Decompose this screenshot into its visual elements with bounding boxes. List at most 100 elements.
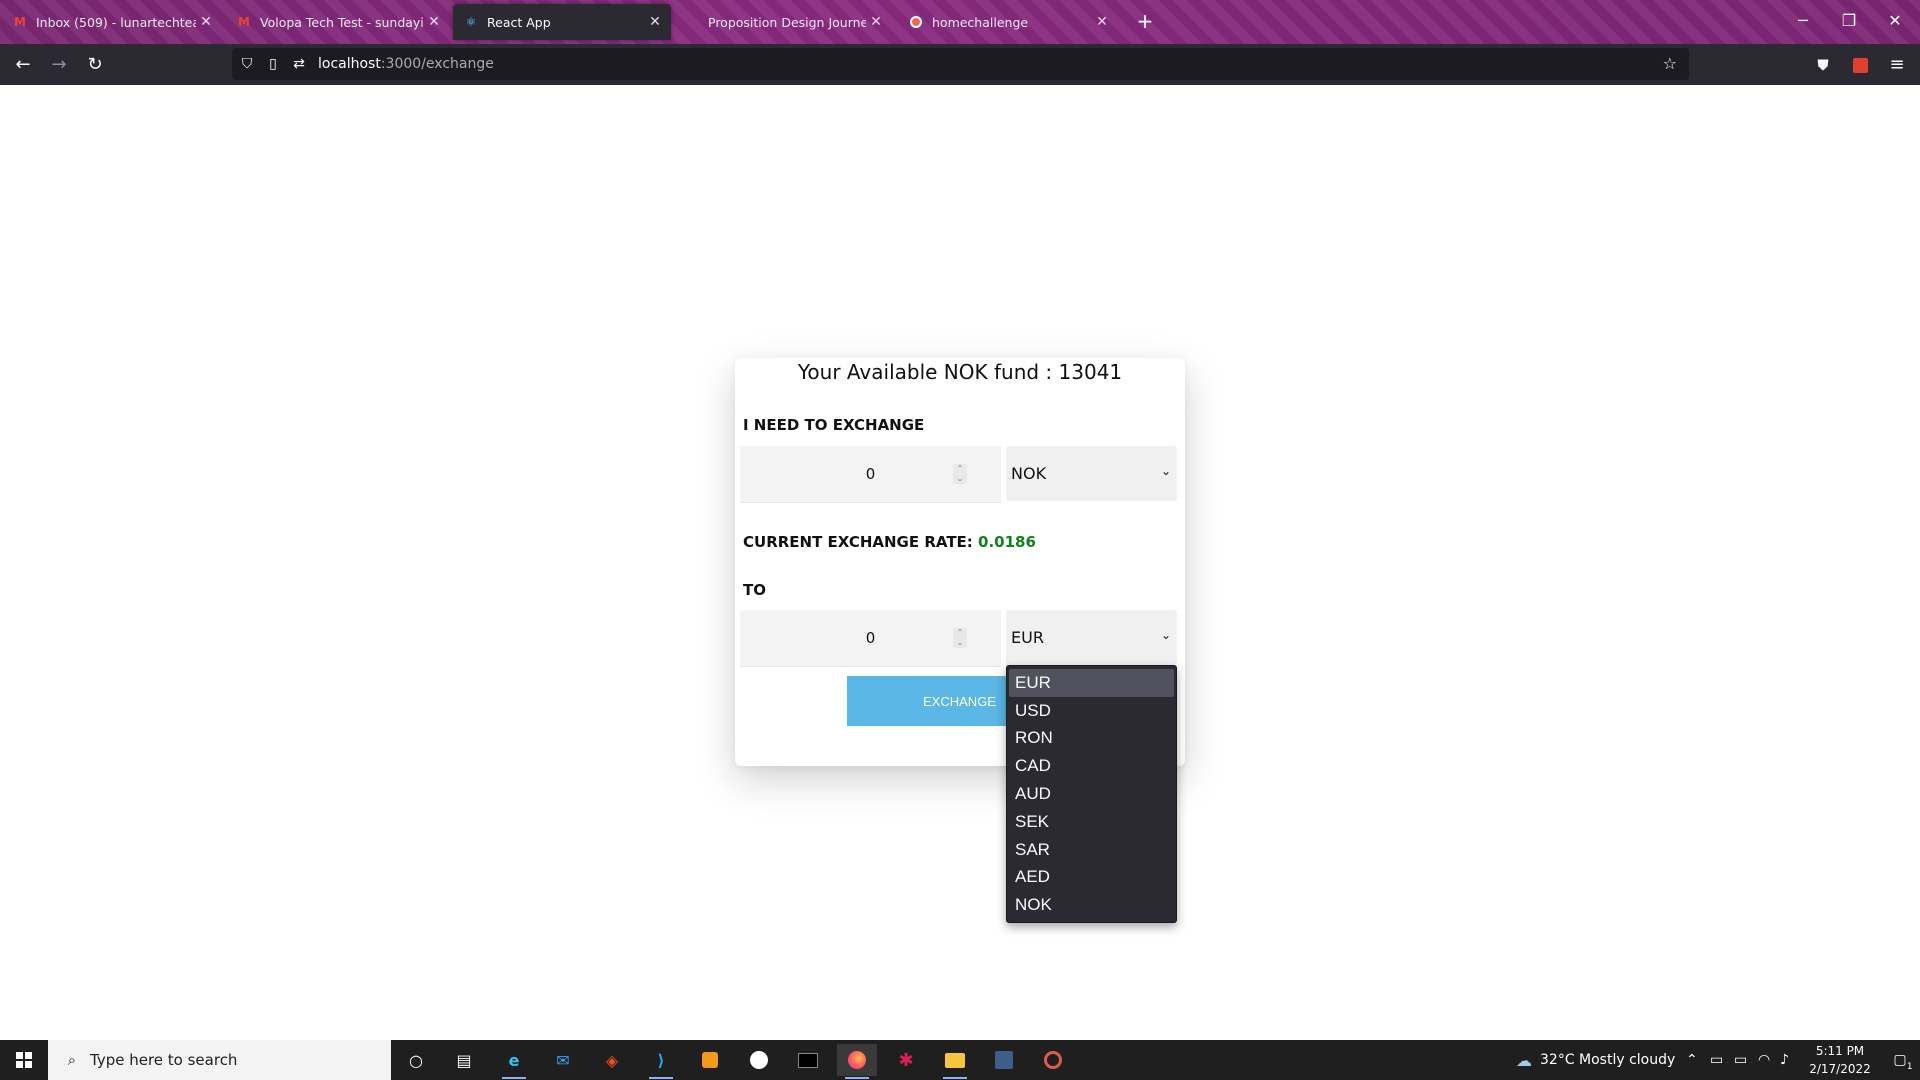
dropdown-option[interactable]: EUR — [1009, 669, 1174, 697]
dropdown-option[interactable]: RON — [1009, 725, 1174, 753]
gmail-icon: M — [14, 15, 26, 29]
rate-label: CURRENT EXCHANGE RATE: — [743, 533, 973, 551]
close-icon[interactable]: ✕ — [1092, 14, 1112, 30]
file-explorer-icon[interactable] — [935, 1044, 975, 1079]
stepper-icon[interactable]: ⌃ ⌄ — [953, 628, 967, 648]
bookmark-star-icon[interactable]: ☆ — [1663, 54, 1677, 73]
start-button[interactable] — [0, 1040, 48, 1080]
shield-icon[interactable]: ⛉ — [236, 56, 258, 72]
sublime-icon[interactable] — [690, 1044, 730, 1076]
tray-chevron-icon[interactable]: ⌃ — [1686, 1040, 1698, 1080]
app-icon[interactable] — [739, 1044, 779, 1076]
weather-widget[interactable]: ☁ 32°C Mostly cloudy — [1516, 1040, 1675, 1080]
browser-tab-bar: M Inbox (509) - lunartechteam@g ✕ M Volo… — [0, 0, 1920, 44]
clock-time: 5:11 PM — [1815, 1044, 1865, 1058]
to-currency-select[interactable]: EUR ⌄ — [1006, 610, 1177, 665]
to-currency-value: EUR — [1011, 628, 1044, 647]
dropdown-option[interactable]: USD — [1009, 697, 1174, 725]
forward-button[interactable]: → — [44, 50, 74, 80]
gmail-icon: M — [238, 15, 250, 29]
taskbar-search[interactable]: ⌕ Type here to search — [48, 1040, 391, 1080]
chevron-down-icon: ⌄ — [1160, 628, 1171, 642]
weather-text: 32°C Mostly cloudy — [1540, 1052, 1676, 1068]
close-window-button[interactable]: ✕ — [1872, 8, 1918, 34]
close-icon[interactable]: ✕ — [645, 14, 665, 30]
close-icon[interactable]: ✕ — [196, 14, 216, 30]
tab-title: Inbox (509) - lunartechteam@g — [36, 14, 196, 30]
tab-title: Volopa Tech Test - sundayimoh — [260, 14, 424, 30]
url-bar[interactable]: ⛉ ▯ ⇄ localhost:3000/exchange ☆ — [232, 48, 1689, 80]
search-icon: ⌕ — [67, 1051, 77, 1069]
terminal-icon[interactable] — [788, 1044, 828, 1076]
currency-dropdown: EUR USD RON CAD AUD SEK SAR AED NOK — [1006, 665, 1177, 923]
react-icon: ⚛ — [465, 15, 477, 29]
volume-icon[interactable]: ♪ — [1780, 1040, 1789, 1080]
tab-proposition[interactable]: Proposition Design Journeys - Hom ✕ — [674, 4, 892, 40]
cortana-icon[interactable]: ○ — [396, 1044, 436, 1076]
dropdown-option[interactable]: SAR — [1009, 836, 1174, 864]
dropdown-option[interactable]: SEK — [1009, 808, 1174, 836]
from-currency-select[interactable]: NOK ⌄ — [1006, 446, 1177, 501]
tab-title: homechallenge — [932, 14, 1029, 30]
chevron-down-icon: ⌄ — [1160, 464, 1171, 478]
to-label: TO — [743, 581, 766, 599]
reload-button[interactable]: ↻ — [80, 50, 110, 80]
vscode-icon[interactable]: ⟩ — [641, 1044, 681, 1079]
figma-icon[interactable]: ◈ — [592, 1044, 632, 1076]
rate-text: CURRENT EXCHANGE RATE: 0.0186 — [743, 533, 1036, 551]
from-amount-input[interactable]: 0 ⌃ ⌄ — [740, 446, 1001, 503]
tab-title: React App — [487, 14, 551, 30]
permissions-icon[interactable]: ⇄ — [288, 56, 310, 72]
search-placeholder: Type here to search — [90, 1051, 238, 1069]
page-icon — [684, 14, 700, 30]
meet-now-icon[interactable]: ▭ — [1710, 1040, 1723, 1080]
page-info-icon[interactable]: ▯ — [262, 56, 284, 72]
pocket-icon[interactable]: ⛊ — [1808, 50, 1838, 80]
notifications-icon[interactable]: ▢ 1 — [1880, 1040, 1920, 1080]
firefox-icon[interactable] — [837, 1044, 877, 1079]
task-view-icon[interactable]: ▤ — [444, 1044, 484, 1076]
dropdown-option[interactable]: AUD — [1009, 780, 1174, 808]
url-host: localhost — [318, 56, 381, 72]
wifi-icon[interactable]: ◠ — [1758, 1040, 1770, 1080]
tab-title: Proposition Design Journeys - Hom — [708, 14, 866, 30]
slack-icon[interactable]: ✱ — [886, 1044, 926, 1076]
restore-button[interactable]: ❐ — [1826, 8, 1872, 34]
mail-icon[interactable]: ✉ — [543, 1044, 583, 1076]
stepper-icon[interactable]: ⌃ ⌄ — [953, 464, 967, 484]
need-label: I NEED TO EXCHANGE — [743, 416, 925, 434]
to-amount-input[interactable]: 0 ⌃ ⌄ — [740, 610, 1001, 667]
mysql-icon[interactable] — [984, 1044, 1024, 1076]
dropdown-option[interactable]: NOK — [1009, 891, 1174, 919]
back-button[interactable]: ← — [8, 50, 38, 80]
battery-icon[interactable]: ▭ — [1734, 1040, 1747, 1080]
dropdown-option[interactable]: AED — [1009, 864, 1174, 892]
close-icon[interactable]: ✕ — [866, 14, 886, 30]
media-icon[interactable] — [1033, 1044, 1073, 1076]
tab-homechallenge[interactable]: homechallenge ✕ — [898, 4, 1118, 40]
browser-nav-bar: ← → ↻ ⛉ ▯ ⇄ localhost:3000/exchange ☆ ⛊ … — [0, 44, 1920, 85]
cloud-icon: ☁ — [1516, 1050, 1532, 1070]
notification-count: 1 — [1906, 1062, 1913, 1072]
taskbar: ⌕ Type here to search ○ ▤ e ✉ ◈ ⟩ ✱ ☁ 32… — [0, 1040, 1920, 1080]
extension-icon[interactable] — [1845, 50, 1875, 80]
fund-title: Your Available NOK fund : 13041 — [797, 360, 1123, 384]
rate-value: 0.0186 — [978, 533, 1036, 551]
windows-icon — [16, 1052, 32, 1068]
tab-inbox[interactable]: M Inbox (509) - lunartechteam@g ✕ — [2, 4, 222, 40]
app-icon — [908, 14, 924, 30]
new-tab-button[interactable]: + — [1132, 8, 1158, 34]
from-currency-value: NOK — [1011, 464, 1047, 483]
url-path: :3000/exchange — [380, 56, 494, 72]
clock[interactable]: 5:11 PM 2/17/2022 — [1800, 1042, 1880, 1078]
tab-react-app[interactable]: ⚛ React App ✕ — [453, 4, 671, 40]
edge-icon[interactable]: e — [494, 1044, 534, 1079]
dropdown-option[interactable]: CAD — [1009, 752, 1174, 780]
clock-date: 2/17/2022 — [1809, 1062, 1871, 1076]
from-amount-value: 0 — [865, 465, 876, 483]
menu-icon[interactable]: ≡ — [1882, 50, 1912, 80]
close-icon[interactable]: ✕ — [424, 14, 444, 30]
minimize-button[interactable]: ─ — [1780, 8, 1826, 34]
to-amount-value: 0 — [865, 629, 876, 647]
tab-volopa[interactable]: M Volopa Tech Test - sundayimoh ✕ — [226, 4, 450, 40]
